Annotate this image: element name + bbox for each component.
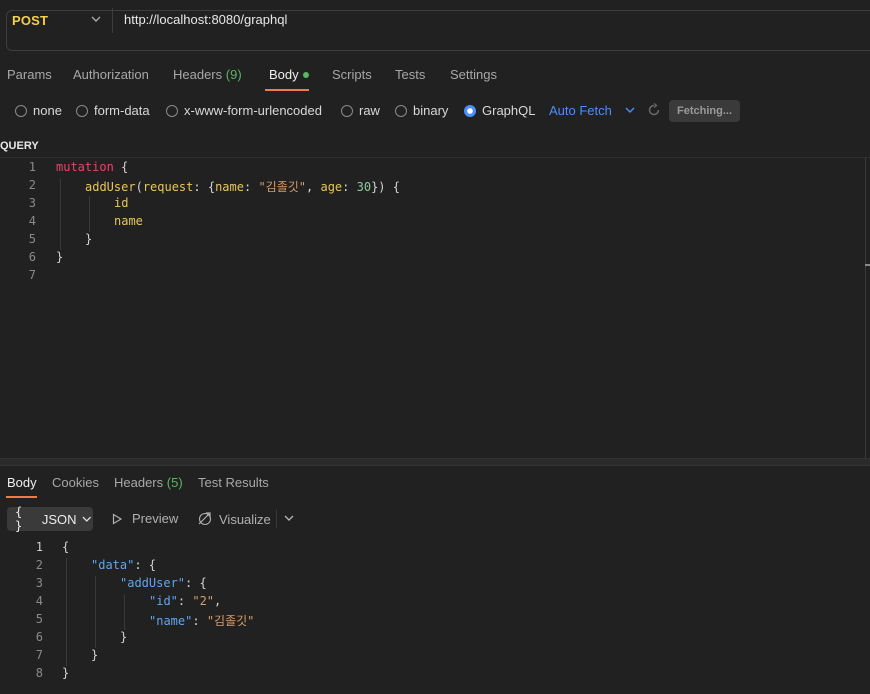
radio-circle-icon <box>76 104 88 117</box>
play-icon <box>112 512 123 525</box>
json-line-4: "id": "2", <box>149 594 222 608</box>
tab-settings[interactable]: Settings <box>450 67 497 82</box>
radio-none-label: none <box>33 103 62 118</box>
tab-tests[interactable]: Tests <box>395 67 425 82</box>
response-tab-test-results[interactable]: Test Results <box>198 475 269 490</box>
format-json-label: JSON <box>41 511 77 527</box>
tab-headers[interactable]: Headers (9) <box>173 67 242 82</box>
url-divider <box>112 8 113 33</box>
json-line-8: } <box>62 666 70 680</box>
radio-graphql[interactable]: GraphQL <box>464 103 535 118</box>
indent-guide <box>66 558 67 666</box>
response-tab-cookies[interactable]: Cookies <box>52 475 99 490</box>
active-tab-indicator <box>265 89 309 91</box>
pane-resize-handle[interactable] <box>0 458 870 466</box>
preview-label: Preview <box>132 511 179 526</box>
format-json-dropdown[interactable]: { } JSON <box>7 505 93 533</box>
body-modified-dot <box>302 71 309 78</box>
response-tab-headers[interactable]: Headers (5) <box>114 475 183 490</box>
radio-form-data[interactable]: form-data <box>76 103 150 118</box>
code-line-3: id <box>114 196 129 210</box>
radio-form-data-label: form-data <box>94 103 150 118</box>
tab-authorization[interactable]: Authorization <box>73 67 149 82</box>
line-number: 2 <box>35 558 43 572</box>
scroll-marker <box>865 264 870 266</box>
json-line-3: "addUser": { <box>120 576 207 590</box>
line-number: 7 <box>28 268 36 282</box>
line-number: 4 <box>28 214 36 228</box>
radio-binary-label: binary <box>413 103 449 118</box>
radio-raw-label: raw <box>359 103 380 118</box>
json-line-5: "name": "김졸깃" <box>149 614 255 628</box>
chevron-down-icon[interactable] <box>283 512 295 524</box>
radio-circle-icon <box>341 104 353 117</box>
json-line-6: } <box>120 630 128 644</box>
line-number: 3 <box>28 196 36 210</box>
line-number: 8 <box>35 666 43 680</box>
editor-scrollbar[interactable] <box>865 158 866 458</box>
url-input[interactable]: http://localhost:8080/graphql <box>124 12 724 27</box>
radio-circle-icon <box>15 104 27 117</box>
chevron-down-icon[interactable] <box>89 12 103 26</box>
indent-guide <box>89 196 90 232</box>
response-headers-label: Headers <box>114 475 164 490</box>
json-line-2: "data": { <box>91 558 157 572</box>
visualize-button[interactable]: Visualize <box>197 511 271 527</box>
code-line-1: mutation { <box>56 160 129 174</box>
json-line-1: { <box>62 540 70 554</box>
line-number: 2 <box>28 178 36 192</box>
response-tab-body[interactable]: Body <box>7 475 37 490</box>
response-body-viewer[interactable]: 1 2 3 4 5 6 7 8 { "data": { "addUser": {… <box>0 540 870 694</box>
indent-guide <box>95 576 96 648</box>
active-tab-indicator <box>6 496 37 498</box>
tab-body-label: Body <box>269 67 299 82</box>
line-number: 5 <box>28 232 36 246</box>
response-headers-count: (5) <box>166 475 183 490</box>
tab-headers-label: Headers <box>173 67 223 82</box>
code-line-6: } <box>56 250 64 264</box>
radio-circle-icon <box>395 104 407 117</box>
code-line-4: name <box>114 214 143 228</box>
radio-circle-icon <box>166 104 178 117</box>
fetching-button[interactable]: Fetching... <box>669 100 740 122</box>
radio-urlencoded-label: x-www-form-urlencoded <box>184 103 322 118</box>
visualize-label: Visualize <box>219 511 271 527</box>
chevron-down-icon <box>82 516 92 522</box>
query-editor[interactable]: 1 2 3 4 5 6 7 mutation { addUser(request… <box>0 158 862 458</box>
query-label: QUERY <box>0 140 39 152</box>
indent-guide <box>60 178 61 250</box>
line-number: 4 <box>35 594 43 608</box>
headers-count: (9) <box>225 67 242 82</box>
line-number: 5 <box>35 612 43 626</box>
code-line-5: } <box>85 232 93 246</box>
preview-button[interactable]: Preview <box>111 511 178 526</box>
radio-none[interactable]: none <box>15 103 62 118</box>
refresh-icon[interactable] <box>647 103 661 117</box>
radio-binary[interactable]: binary <box>395 103 448 118</box>
auto-fetch-toggle[interactable]: Auto Fetch <box>549 103 612 118</box>
line-number: 7 <box>35 648 43 662</box>
indent-guide <box>124 594 125 630</box>
radio-raw[interactable]: raw <box>341 103 380 118</box>
radio-checked-icon <box>464 104 476 117</box>
line-number: 1 <box>28 160 36 174</box>
line-number: 6 <box>35 630 43 644</box>
chevron-down-icon[interactable] <box>624 104 636 116</box>
tab-body[interactable]: Body <box>269 67 309 82</box>
braces-icon: { } <box>15 505 23 533</box>
tab-params[interactable]: Params <box>7 67 52 82</box>
divider <box>276 510 277 528</box>
tab-scripts[interactable]: Scripts <box>332 67 372 82</box>
line-number: 3 <box>35 576 43 590</box>
json-line-7: } <box>91 648 99 662</box>
line-number: 6 <box>28 250 36 264</box>
visualize-icon <box>198 512 212 526</box>
line-number: 1 <box>35 540 43 554</box>
method-select[interactable]: POST <box>12 13 48 28</box>
radio-graphql-label: GraphQL <box>482 103 536 118</box>
code-line-2: addUser(request: {name: "김졸깃", age: 30})… <box>85 180 400 194</box>
radio-urlencoded[interactable]: x-www-form-urlencoded <box>166 103 322 118</box>
